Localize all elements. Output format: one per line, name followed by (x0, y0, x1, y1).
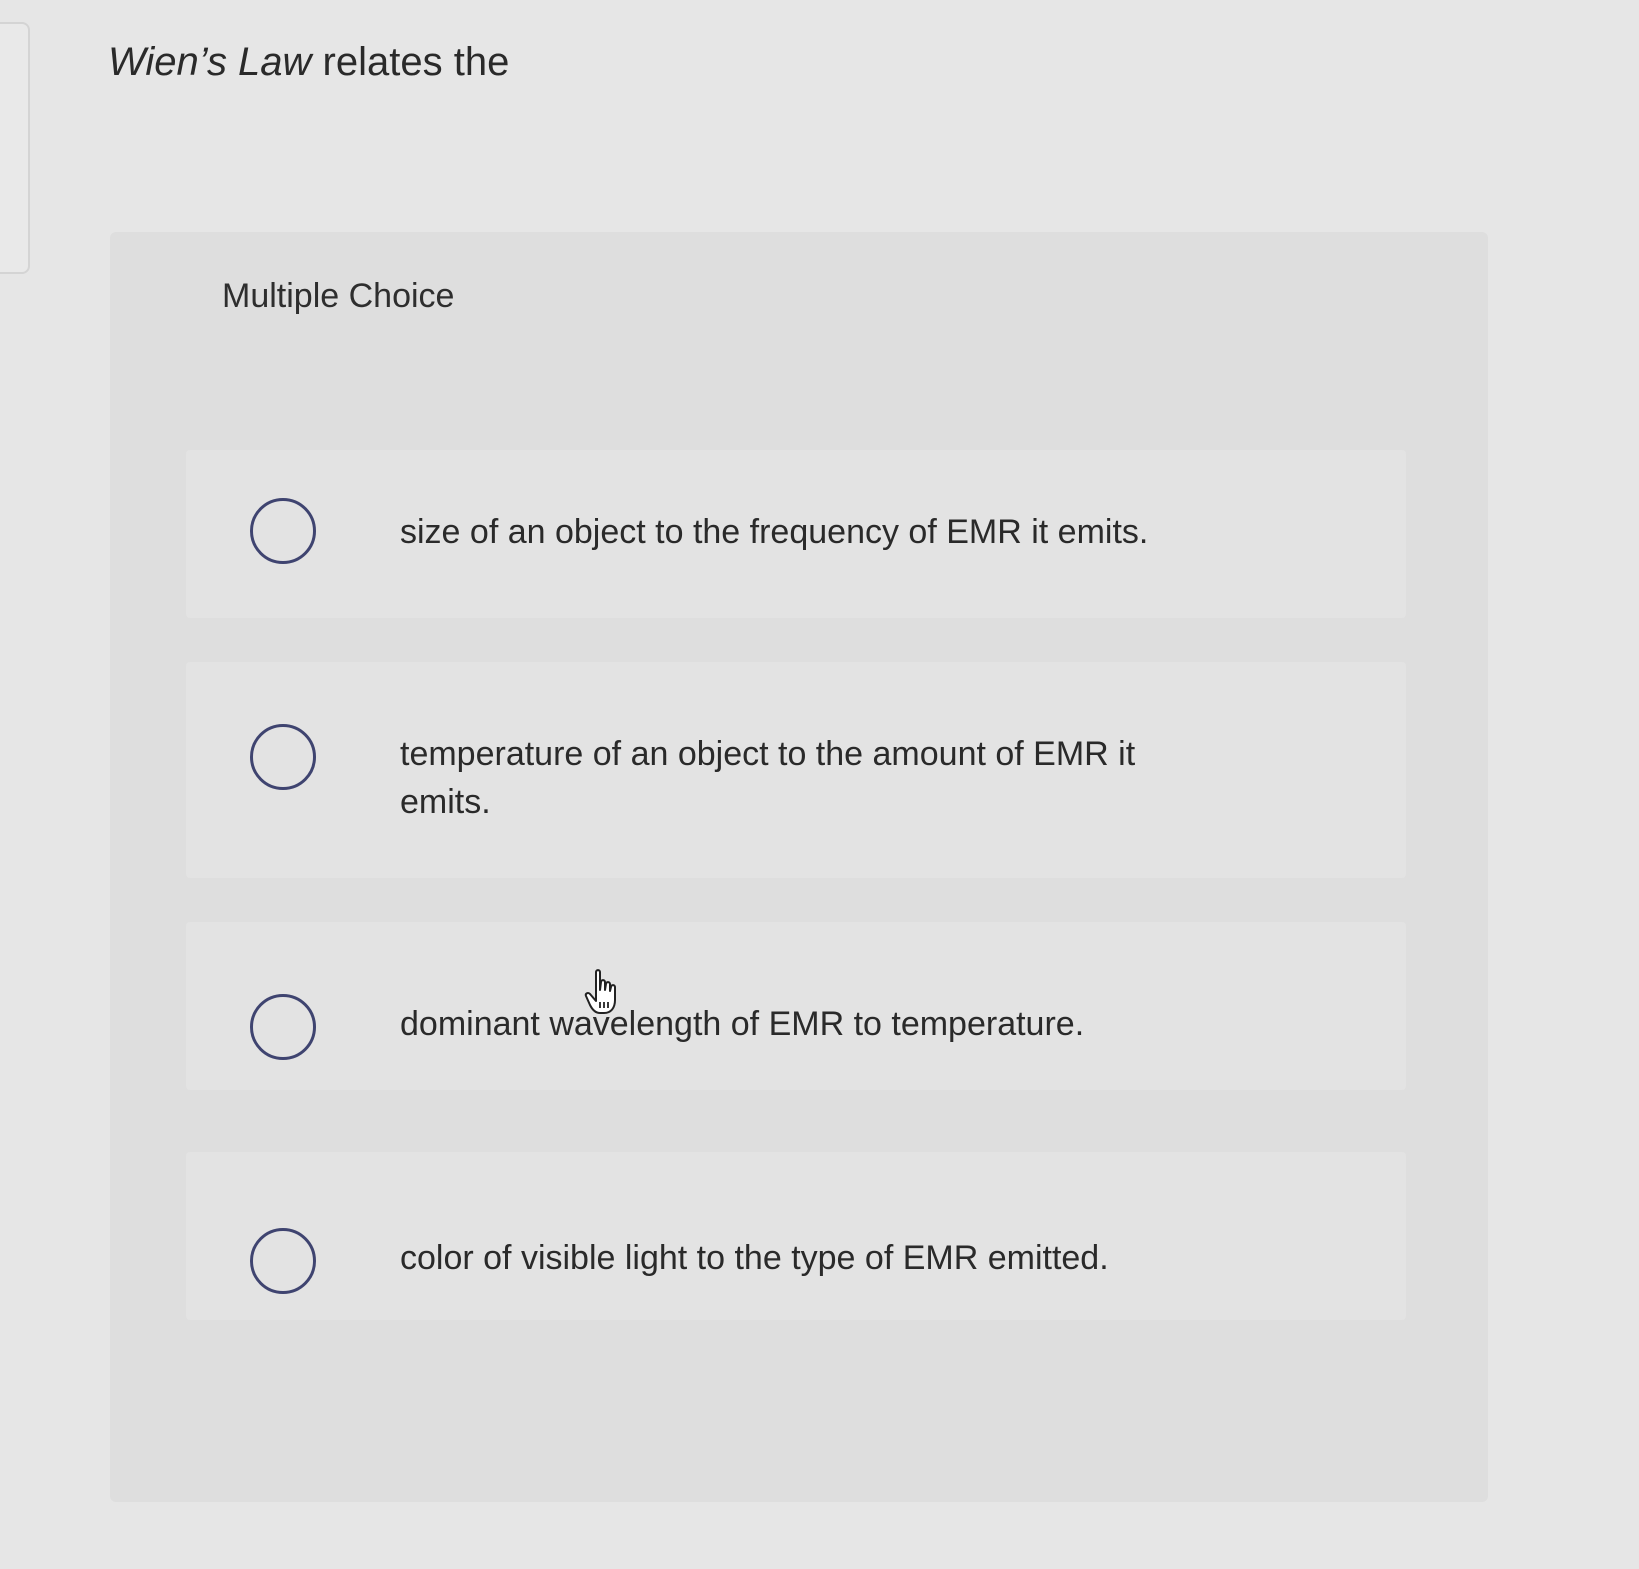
question-type-label: Multiple Choice (222, 277, 455, 315)
side-tab (0, 22, 30, 274)
answer-option-1-text: size of an object to the frequency of EM… (400, 513, 1149, 551)
question-stem-text: relates the (311, 40, 510, 84)
question-stem: Wien’s Law relates the (108, 38, 509, 86)
answer-panel: Multiple Choice size of an object to the… (110, 232, 1488, 1502)
question-stem-law-name: Wien’s Law (108, 40, 312, 84)
hand-pointer-icon (584, 969, 616, 1014)
radio-unselected-icon[interactable] (250, 994, 316, 1060)
answer-option-4-text: color of visible light to the type of EM… (400, 1239, 1109, 1277)
answer-option-3-text: dominant wavelength of EMR to temperatur… (400, 1005, 1085, 1043)
radio-unselected-icon[interactable] (250, 724, 316, 790)
answer-option-4[interactable]: color of visible light to the type of EM… (186, 1152, 1406, 1320)
radio-unselected-icon[interactable] (250, 498, 316, 564)
answer-option-2-text: temperature of an object to the amount o… (400, 735, 1136, 821)
answer-option-1[interactable]: size of an object to the frequency of EM… (186, 450, 1406, 618)
answer-option-2[interactable]: temperature of an object to the amount o… (186, 662, 1406, 878)
radio-unselected-icon[interactable] (250, 1228, 316, 1294)
answer-option-3[interactable]: dominant wavelength of EMR to temperatur… (186, 922, 1406, 1090)
